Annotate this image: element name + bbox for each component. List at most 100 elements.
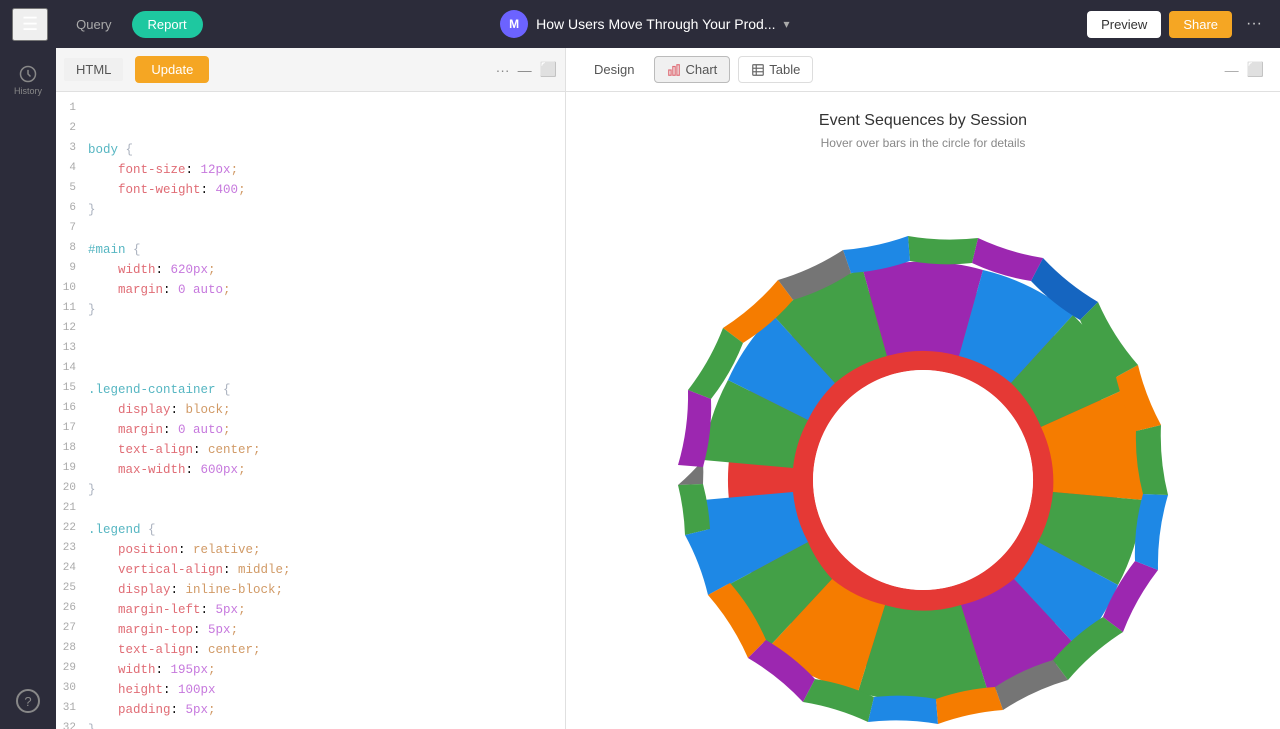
- history-label: History: [14, 86, 42, 96]
- nav-tab-report[interactable]: Report: [132, 11, 203, 38]
- code-line: 4 font-size: 12px;: [56, 160, 565, 180]
- line-content: font-size: 12px;: [88, 160, 557, 180]
- line-number: 21: [56, 500, 88, 520]
- report-title: How Users Move Through Your Prod...: [536, 16, 775, 32]
- line-number: 27: [56, 620, 88, 640]
- topbar-center: M How Users Move Through Your Prod... ▾: [211, 10, 1079, 38]
- editor-maximize-button[interactable]: ⬜: [540, 61, 557, 78]
- update-button[interactable]: Update: [135, 56, 209, 83]
- history-sidebar-item[interactable]: History: [14, 64, 42, 96]
- chart-title: Event Sequences by Session: [819, 112, 1027, 130]
- code-line: 13: [56, 340, 565, 360]
- code-line: 6}: [56, 200, 565, 220]
- code-line: 1</span>: [56, 100, 565, 120]
- code-editor[interactable]: 1</span>2 3body {4 font-size: 12px;5 fon…: [56, 92, 565, 729]
- line-content: .legend-container {: [88, 380, 557, 400]
- line-content: position: relative;: [88, 540, 557, 560]
- chart-toolbar: Design Chart Table — ⬜: [566, 48, 1280, 92]
- title-dropdown-icon[interactable]: ▾: [784, 17, 790, 31]
- line-content: #main {: [88, 240, 557, 260]
- code-line: 3body {: [56, 140, 565, 160]
- line-number: 32: [56, 720, 88, 729]
- nav-tab-query[interactable]: Query: [60, 11, 127, 38]
- code-line: 2: [56, 120, 565, 140]
- chart-view-button[interactable]: Chart: [654, 56, 730, 83]
- editor-more-button[interactable]: ···: [496, 62, 510, 78]
- line-number: 18: [56, 440, 88, 460]
- line-content: [88, 360, 557, 380]
- topbar-actions: Preview Share ···: [1087, 11, 1268, 38]
- line-content: }: [88, 720, 557, 729]
- table-icon: [751, 63, 765, 77]
- line-number: 24: [56, 560, 88, 580]
- line-content: padding: 5px;: [88, 700, 557, 720]
- line-number: 28: [56, 640, 88, 660]
- line-content: margin-top: 5px;: [88, 620, 557, 640]
- code-line: 26 margin-left: 5px;: [56, 600, 565, 620]
- design-button[interactable]: Design: [582, 57, 646, 82]
- table-button-label: Table: [769, 62, 800, 77]
- line-content: text-align: center;: [88, 440, 557, 460]
- code-line: 5 font-weight: 400;: [56, 180, 565, 200]
- code-line: 8#main {: [56, 240, 565, 260]
- line-number: 11: [56, 300, 88, 320]
- line-number: 19: [56, 460, 88, 480]
- line-number: 26: [56, 600, 88, 620]
- code-line: 9 width: 620px;: [56, 260, 565, 280]
- avatar: M: [500, 10, 528, 38]
- line-number: 2: [56, 120, 88, 140]
- chart-minimize-button[interactable]: —: [1225, 61, 1239, 78]
- line-content: width: 620px;: [88, 260, 557, 280]
- code-line: 19 max-width: 600px;: [56, 460, 565, 480]
- help-icon[interactable]: ?: [16, 689, 40, 713]
- editor-minimize-button[interactable]: —: [518, 62, 532, 78]
- code-line: 30 height: 100px: [56, 680, 565, 700]
- line-number: 20: [56, 480, 88, 500]
- line-number: 15: [56, 380, 88, 400]
- line-content: }: [88, 200, 557, 220]
- line-number: 5: [56, 180, 88, 200]
- chart-button-label: Chart: [685, 62, 717, 77]
- tab-html[interactable]: HTML: [64, 58, 123, 81]
- code-line: 11}: [56, 300, 565, 320]
- line-content: [88, 120, 557, 140]
- line-number: 7: [56, 220, 88, 240]
- code-line: 25 display: inline-block;: [56, 580, 565, 600]
- code-line: 18 text-align: center;: [56, 440, 565, 460]
- sunburst-chart[interactable]: [566, 170, 1280, 729]
- editor-panel: HTML Update ··· — ⬜ 1</span>2 3body {4 f…: [56, 48, 566, 729]
- code-line: 21: [56, 500, 565, 520]
- more-options-button[interactable]: ···: [1240, 11, 1268, 37]
- code-line: 23 position: relative;: [56, 540, 565, 560]
- line-content: max-width: 600px;: [88, 460, 557, 480]
- line-content: [88, 500, 557, 520]
- line-number: 25: [56, 580, 88, 600]
- code-line: 17 margin: 0 auto;: [56, 420, 565, 440]
- line-number: 17: [56, 420, 88, 440]
- code-line: 22.legend {: [56, 520, 565, 540]
- code-line: 14: [56, 360, 565, 380]
- left-sidebar: History ?: [0, 48, 56, 729]
- code-line: 16 display: block;: [56, 400, 565, 420]
- hamburger-button[interactable]: ☰: [12, 8, 48, 41]
- preview-button[interactable]: Preview: [1087, 11, 1161, 38]
- code-line: 29 width: 195px;: [56, 660, 565, 680]
- line-number: 12: [56, 320, 88, 340]
- chart-bar-icon: [667, 63, 681, 77]
- share-button[interactable]: Share: [1169, 11, 1232, 38]
- table-view-button[interactable]: Table: [738, 56, 813, 83]
- chart-maximize-button[interactable]: ⬜: [1247, 61, 1264, 78]
- code-line: 12: [56, 320, 565, 340]
- line-number: 6: [56, 200, 88, 220]
- chart-subtitle: Hover over bars in the circle for detail…: [821, 136, 1026, 150]
- line-content: [88, 320, 557, 340]
- help-sidebar-item[interactable]: ?: [16, 689, 40, 713]
- line-number: 29: [56, 660, 88, 680]
- line-number: 14: [56, 360, 88, 380]
- line-number: 16: [56, 400, 88, 420]
- line-content: }: [88, 480, 557, 500]
- line-content: .legend {: [88, 520, 557, 540]
- line-content: }: [88, 300, 557, 320]
- nav-tabs: Query Report: [60, 11, 202, 38]
- code-line: 15.legend-container {: [56, 380, 565, 400]
